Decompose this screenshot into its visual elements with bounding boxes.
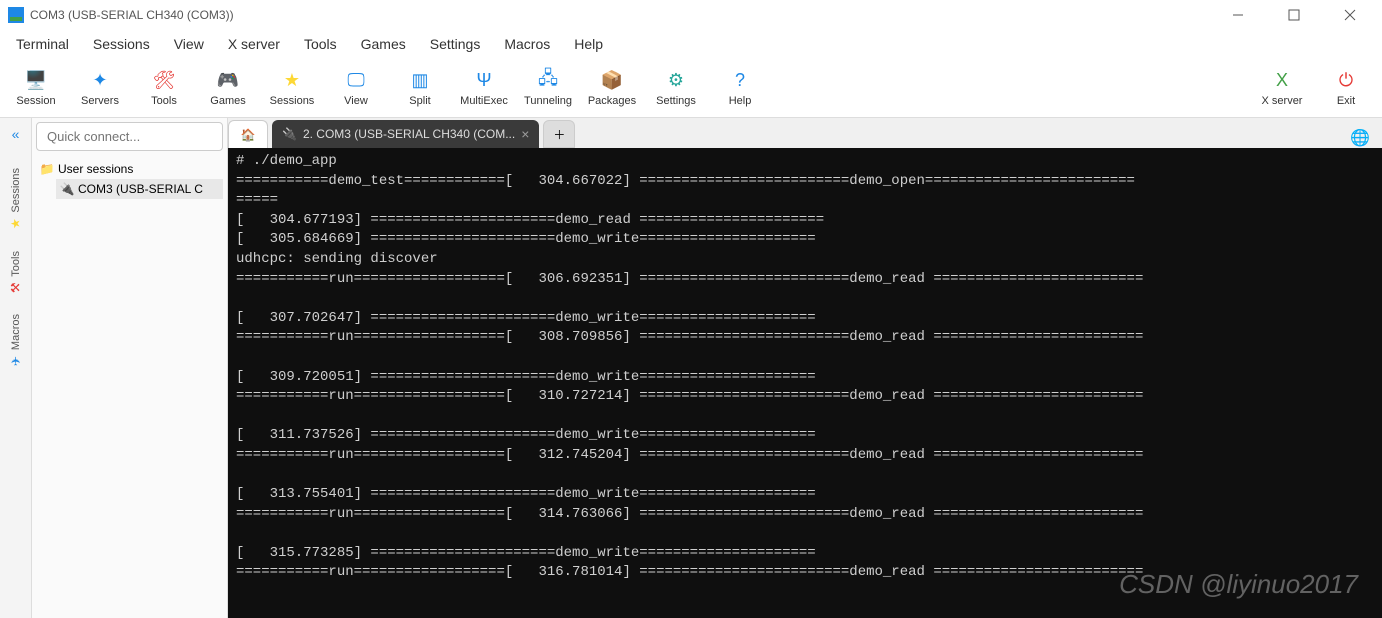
title-bar: COM3 (USB-SERIAL CH340 (COM3)) bbox=[0, 0, 1382, 30]
maximize-button[interactable] bbox=[1278, 3, 1310, 27]
tool-help[interactable]: ? Help bbox=[708, 69, 772, 107]
tools-icon: 🛠 bbox=[152, 69, 176, 93]
tool-label: Exit bbox=[1337, 95, 1355, 107]
x-server-icon: X bbox=[1270, 69, 1294, 93]
quick-connect-input[interactable] bbox=[36, 122, 223, 151]
menu-macros[interactable]: Macros bbox=[492, 32, 562, 56]
menu-games[interactable]: Games bbox=[349, 32, 418, 56]
tool-settings[interactable]: ⚙ Settings bbox=[644, 69, 708, 107]
tab-home[interactable]: 🏠 bbox=[228, 120, 268, 148]
servers-icon: ✦ bbox=[88, 69, 112, 93]
menu-help[interactable]: Help bbox=[562, 32, 615, 56]
tool-split[interactable]: ▥ Split bbox=[388, 69, 452, 107]
tab-com3[interactable]: 🔌 2. COM3 (USB-SERIAL CH340 (COM... × bbox=[272, 120, 539, 148]
tool-label: Servers bbox=[81, 95, 119, 107]
tab-close-icon[interactable]: × bbox=[521, 126, 529, 142]
menu-tools[interactable]: Tools bbox=[292, 32, 349, 56]
menu-view[interactable]: View bbox=[162, 32, 216, 56]
tool-sessions[interactable]: ★ Sessions bbox=[260, 69, 324, 107]
serial-tab-icon: 🔌 bbox=[282, 127, 297, 141]
sessions-icon: ★ bbox=[280, 69, 304, 93]
tunneling-icon: 🖧 bbox=[536, 69, 560, 93]
help-icon: ? bbox=[728, 69, 752, 93]
session-icon: 🖥️ bbox=[24, 69, 48, 93]
packages-icon: 📦 bbox=[600, 69, 624, 93]
tool-multiexec[interactable]: Ψ MultiExec bbox=[452, 69, 516, 107]
tree-root-label: User sessions bbox=[58, 162, 133, 176]
sessions-tree-panel: 📁 User sessions 🔌 COM3 (USB-SERIAL C bbox=[32, 118, 228, 618]
tool-label: View bbox=[344, 95, 368, 107]
minimize-button[interactable] bbox=[1222, 3, 1254, 27]
tool-session[interactable]: 🖥️ Session bbox=[4, 69, 68, 107]
tool-exit[interactable]: ⏻ Exit bbox=[1314, 69, 1378, 107]
tool-label: Split bbox=[409, 95, 430, 107]
view-icon: 🖵 bbox=[344, 69, 368, 93]
rail-tools[interactable]: ⚒Tools bbox=[8, 241, 24, 305]
main-area: 🏠 🔌 2. COM3 (USB-SERIAL CH340 (COM... × … bbox=[228, 118, 1382, 618]
workspace: « ★Sessions ⚒Tools ✈Macros 📁 User sessio… bbox=[0, 118, 1382, 618]
tool-x-server[interactable]: X X server bbox=[1250, 69, 1314, 107]
tool-tunneling[interactable]: 🖧 Tunneling bbox=[516, 69, 580, 107]
collapse-sidebar-button[interactable]: « bbox=[12, 126, 20, 142]
menu-bar: Terminal Sessions View X server Tools Ga… bbox=[0, 30, 1382, 58]
tool-tools[interactable]: 🛠 Tools bbox=[132, 69, 196, 107]
rail-macros[interactable]: ✈Macros bbox=[8, 304, 24, 378]
terminal-output[interactable]: # ./demo_app ===========demo_test=======… bbox=[228, 148, 1382, 618]
close-button[interactable] bbox=[1334, 3, 1366, 27]
tool-label: Sessions bbox=[270, 95, 315, 107]
settings-icon: ⚙ bbox=[664, 69, 688, 93]
home-icon: 🏠 bbox=[241, 128, 256, 142]
tab-strip: 🏠 🔌 2. COM3 (USB-SERIAL CH340 (COM... × … bbox=[228, 118, 1382, 148]
tool-packages[interactable]: 📦 Packages bbox=[580, 69, 644, 107]
tool-label: Settings bbox=[656, 95, 696, 107]
app-icon bbox=[8, 7, 24, 23]
left-rail: « ★Sessions ⚒Tools ✈Macros bbox=[0, 118, 32, 618]
plus-icon: ＋ bbox=[553, 126, 565, 143]
menu-settings[interactable]: Settings bbox=[418, 32, 493, 56]
globe-icon[interactable]: 🌐 bbox=[1342, 128, 1378, 148]
menu-terminal[interactable]: Terminal bbox=[4, 32, 81, 56]
menu-xserver[interactable]: X server bbox=[216, 32, 292, 56]
tool-label: MultiExec bbox=[460, 95, 508, 107]
tool-games[interactable]: 🎮 Games bbox=[196, 69, 260, 107]
tool-label: Games bbox=[210, 95, 245, 107]
rail-sessions[interactable]: ★Sessions bbox=[8, 158, 24, 241]
sessions-tree: 📁 User sessions 🔌 COM3 (USB-SERIAL C bbox=[32, 155, 227, 203]
tool-servers[interactable]: ✦ Servers bbox=[68, 69, 132, 107]
menu-sessions[interactable]: Sessions bbox=[81, 32, 162, 56]
tool-label: Tunneling bbox=[524, 95, 572, 107]
tool-view[interactable]: 🖵 View bbox=[324, 69, 388, 107]
tool-label: Tools bbox=[151, 95, 177, 107]
tool-label: Packages bbox=[588, 95, 636, 107]
folder-icon: 📁 bbox=[40, 162, 54, 176]
tree-item-label: COM3 (USB-SERIAL C bbox=[78, 182, 203, 196]
multiexec-icon: Ψ bbox=[472, 69, 496, 93]
tool-label: Session bbox=[16, 95, 55, 107]
tree-item-com3[interactable]: 🔌 COM3 (USB-SERIAL C bbox=[56, 179, 223, 199]
tree-root-user-sessions[interactable]: 📁 User sessions bbox=[36, 159, 223, 179]
tool-label: X server bbox=[1262, 95, 1303, 107]
window-title: COM3 (USB-SERIAL CH340 (COM3)) bbox=[30, 8, 234, 22]
tool-label: Help bbox=[729, 95, 752, 107]
serial-icon: 🔌 bbox=[60, 182, 74, 196]
split-icon: ▥ bbox=[408, 69, 432, 93]
games-icon: 🎮 bbox=[216, 69, 240, 93]
new-tab-button[interactable]: ＋ bbox=[543, 120, 575, 148]
exit-icon: ⏻ bbox=[1334, 69, 1358, 93]
tab-label: 2. COM3 (USB-SERIAL CH340 (COM... bbox=[303, 127, 515, 141]
toolbar: 🖥️ Session ✦ Servers 🛠 Tools 🎮 Games ★ Sessions 🖵 V… bbox=[0, 58, 1382, 118]
